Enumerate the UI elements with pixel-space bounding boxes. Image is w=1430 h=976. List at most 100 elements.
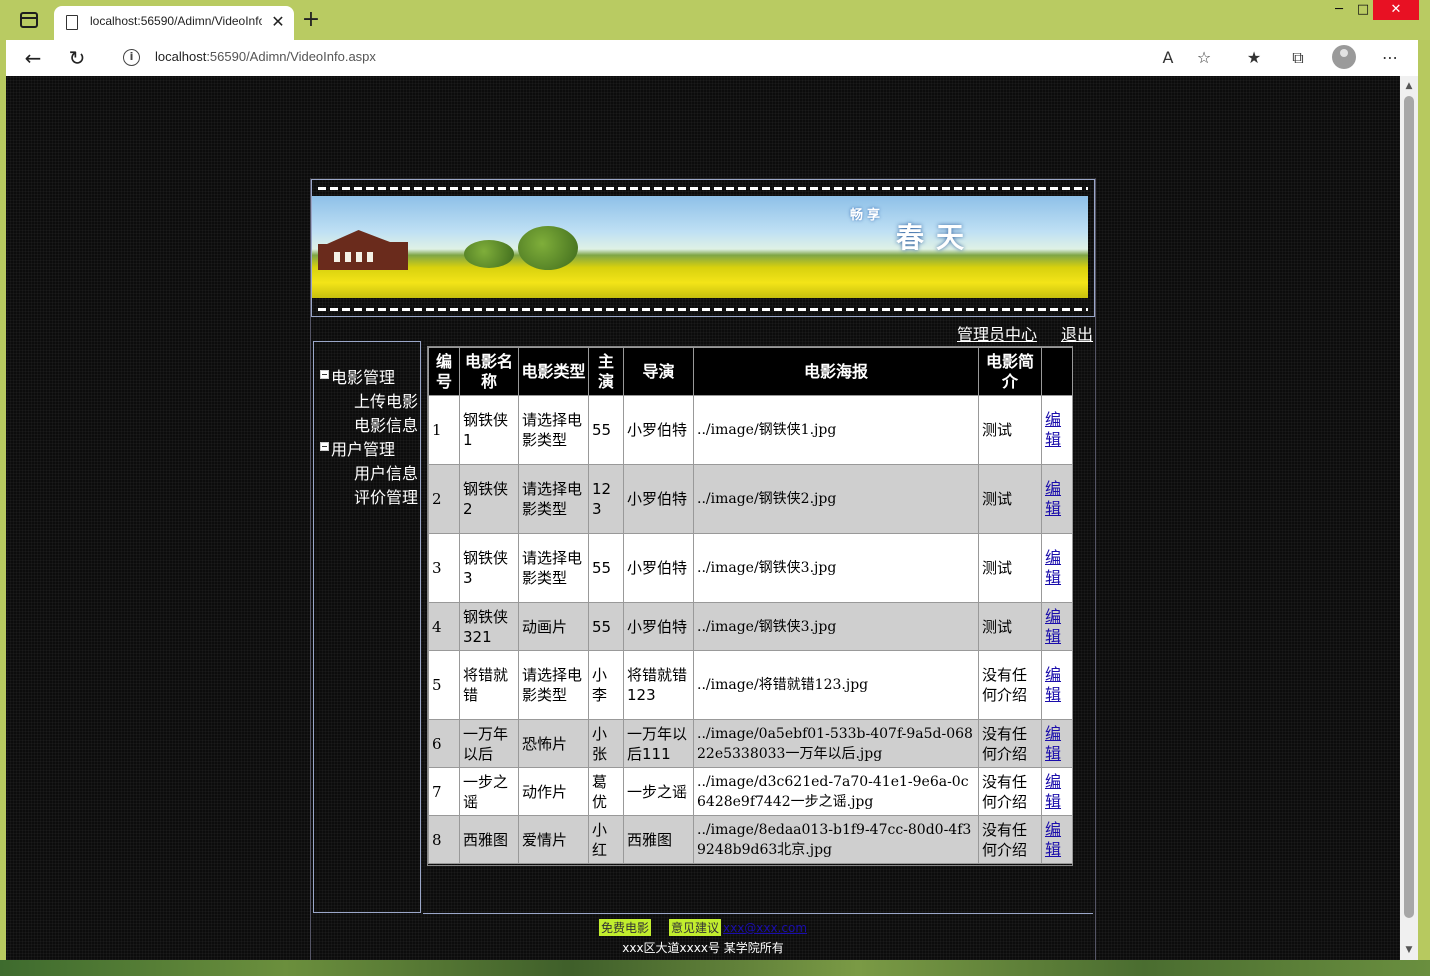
admin-center-link[interactable]: 管理员中心 xyxy=(957,321,1037,345)
cell-type: 爱情片 xyxy=(518,815,589,864)
scroll-up-arrow-icon[interactable]: ▲ xyxy=(1400,78,1418,94)
cell-poster: ../image/d3c621ed-7a70-41e1-9e6a-0c6428e… xyxy=(693,767,979,816)
edit-link[interactable]: 编辑 xyxy=(1045,607,1061,646)
site-info-icon[interactable]: i xyxy=(123,49,140,66)
logout-link[interactable]: 退出 xyxy=(1061,321,1093,345)
edit-link[interactable]: 编辑 xyxy=(1045,665,1061,704)
banner-image: 畅享 春天 xyxy=(312,196,1088,298)
banner-top-border xyxy=(318,187,1088,190)
page-viewport: 畅享 春天 管理员中心 退出 电影管理 上传电影 电影信息 用户管理 用户信息 xyxy=(6,76,1400,960)
cell-id: 5 xyxy=(428,650,460,720)
collapse-icon[interactable] xyxy=(320,370,329,379)
add-favorite-icon[interactable]: ☆ xyxy=(1192,46,1216,70)
desktop-background xyxy=(0,960,1430,976)
menu-group-user[interactable]: 用户管理 xyxy=(320,436,396,459)
cell-name: 钢铁侠321 xyxy=(459,602,519,651)
cell-actor: 葛优 xyxy=(588,767,624,816)
menu-group-label: 电影管理 xyxy=(331,368,396,387)
sidebar-item-review-manage[interactable]: 评价管理 xyxy=(354,484,418,507)
address-bar: ← ↻ i localhost:56590/Adimn/VideoInfo.as… xyxy=(6,40,1418,76)
col-header-edit xyxy=(1041,347,1073,396)
menu-group-movie[interactable]: 电影管理 xyxy=(320,364,396,387)
edit-link[interactable]: 编辑 xyxy=(1045,772,1061,811)
url-path: :56590/Adimn/VideoInfo.aspx xyxy=(206,49,376,64)
cell-edit: 编辑 xyxy=(1041,767,1073,816)
edit-link[interactable]: 编辑 xyxy=(1045,820,1061,859)
cell-actor: 123 xyxy=(588,464,624,534)
cell-actor: 小张 xyxy=(588,719,624,768)
page-container: 畅享 春天 管理员中心 退出 电影管理 上传电影 电影信息 用户管理 用户信息 xyxy=(310,178,1096,960)
edit-link[interactable]: 编辑 xyxy=(1045,410,1061,449)
tab-close-icon[interactable]: ✕ xyxy=(268,11,288,33)
url-field[interactable]: localhost:56590/Adimn/VideoInfo.aspx xyxy=(155,49,376,67)
content-divider xyxy=(423,913,1093,914)
cell-id: 6 xyxy=(428,719,460,768)
banner-frame: 畅享 春天 xyxy=(311,179,1095,317)
cell-director: 一步之谣 xyxy=(623,767,694,816)
reload-icon[interactable]: ↻ xyxy=(62,44,92,72)
cell-type: 动画片 xyxy=(518,602,589,651)
close-window-icon[interactable]: ✕ xyxy=(1373,0,1419,20)
cell-id: 1 xyxy=(428,395,460,465)
sidebar-item-upload-movie[interactable]: 上传电影 xyxy=(354,388,418,411)
edit-link[interactable]: 编辑 xyxy=(1045,548,1061,587)
back-arrow-icon[interactable]: ← xyxy=(18,44,48,72)
edit-link[interactable]: 编辑 xyxy=(1045,724,1061,763)
cell-id: 2 xyxy=(428,464,460,534)
cell-type: 恐怖片 xyxy=(518,719,589,768)
cell-id: 4 xyxy=(428,602,460,651)
top-links: 管理员中心 退出 xyxy=(311,319,1095,344)
cell-director: 一万年以后111 xyxy=(623,719,694,768)
cell-director: 小罗伯特 xyxy=(623,602,694,651)
read-aloud-icon[interactable]: A xyxy=(1156,46,1180,70)
scroll-down-arrow-icon[interactable]: ▼ xyxy=(1400,942,1418,958)
new-tab-button[interactable]: + xyxy=(300,8,322,32)
banner-small-text: 畅享 xyxy=(850,208,885,223)
col-header-id: 编号 xyxy=(428,347,460,396)
more-options-icon[interactable]: ⋯ xyxy=(1378,46,1402,70)
cell-type: 请选择电影类型 xyxy=(518,650,589,720)
browser-tab[interactable]: localhost:56590/Adimn/VideoInfo ✕ xyxy=(54,6,294,40)
col-header-type: 电影类型 xyxy=(518,347,589,396)
cell-type: 请选择电影类型 xyxy=(518,464,589,534)
cell-edit: 编辑 xyxy=(1041,464,1073,534)
cell-intro: 没有任何介绍 xyxy=(978,815,1042,864)
table-row: 1 钢铁侠1 请选择电影类型 55 小罗伯特 ../image/钢铁侠1.jpg 测试 编辑 xyxy=(428,395,1073,465)
sidebar-item-user-info[interactable]: 用户信息 xyxy=(354,460,418,483)
footer-address: xxx区大道xxxx号 某学院所有 xyxy=(622,941,784,955)
cell-name: 钢铁侠3 xyxy=(459,533,519,603)
suggestions-link[interactable]: 意见建议 xyxy=(668,919,721,936)
table-row: 3 钢铁侠3 请选择电影类型 55 小罗伯特 ../image/钢铁侠3.jpg 测试 编辑 xyxy=(428,533,1073,603)
collapse-icon[interactable] xyxy=(320,442,329,451)
cell-intro: 测试 xyxy=(978,464,1042,534)
cell-name: 一万年以后 xyxy=(459,719,519,768)
cell-edit: 编辑 xyxy=(1041,815,1073,864)
cell-poster: ../image/钢铁侠2.jpg xyxy=(693,464,979,534)
cell-intro: 没有任何介绍 xyxy=(978,767,1042,816)
sidebar-item-movie-info[interactable]: 电影信息 xyxy=(354,412,418,435)
table-row: 5 将错就错 请选择电影类型 小李 将错就错123 ../image/将错就错123.jp… xyxy=(428,650,1073,720)
cell-edit: 编辑 xyxy=(1041,650,1073,720)
free-movies-link[interactable]: 免费电影 xyxy=(598,919,651,936)
edit-link[interactable]: 编辑 xyxy=(1045,479,1061,518)
tab-actions-icon[interactable] xyxy=(20,12,38,28)
house-shape xyxy=(318,230,408,270)
cell-type: 请选择电影类型 xyxy=(518,395,589,465)
table-row: 2 钢铁侠2 请选择电影类型 123 小罗伯特 ../image/钢铁侠2.jpg 测试 编辑 xyxy=(428,464,1073,534)
cell-poster: ../image/钢铁侠3.jpg xyxy=(693,533,979,603)
email-link[interactable]: xxx@xxx.com xyxy=(723,921,807,935)
profile-avatar[interactable] xyxy=(1332,45,1356,69)
cell-id: 7 xyxy=(428,767,460,816)
cell-director: 将错就错123 xyxy=(623,650,694,720)
favorites-icon[interactable]: ★ xyxy=(1242,46,1266,70)
cell-name: 一步之谣 xyxy=(459,767,519,816)
scroll-thumb[interactable] xyxy=(1404,96,1414,918)
cell-intro: 没有任何介绍 xyxy=(978,719,1042,768)
cell-name: 将错就错 xyxy=(459,650,519,720)
vertical-scrollbar[interactable]: ▲ ▼ xyxy=(1400,76,1418,960)
menu-group-label: 用户管理 xyxy=(331,440,396,459)
cell-poster: ../image/将错就错123.jpg xyxy=(693,650,979,720)
cell-director: 小罗伯特 xyxy=(623,464,694,534)
collections-icon[interactable]: ⧉ xyxy=(1286,46,1310,70)
cell-edit: 编辑 xyxy=(1041,719,1073,768)
